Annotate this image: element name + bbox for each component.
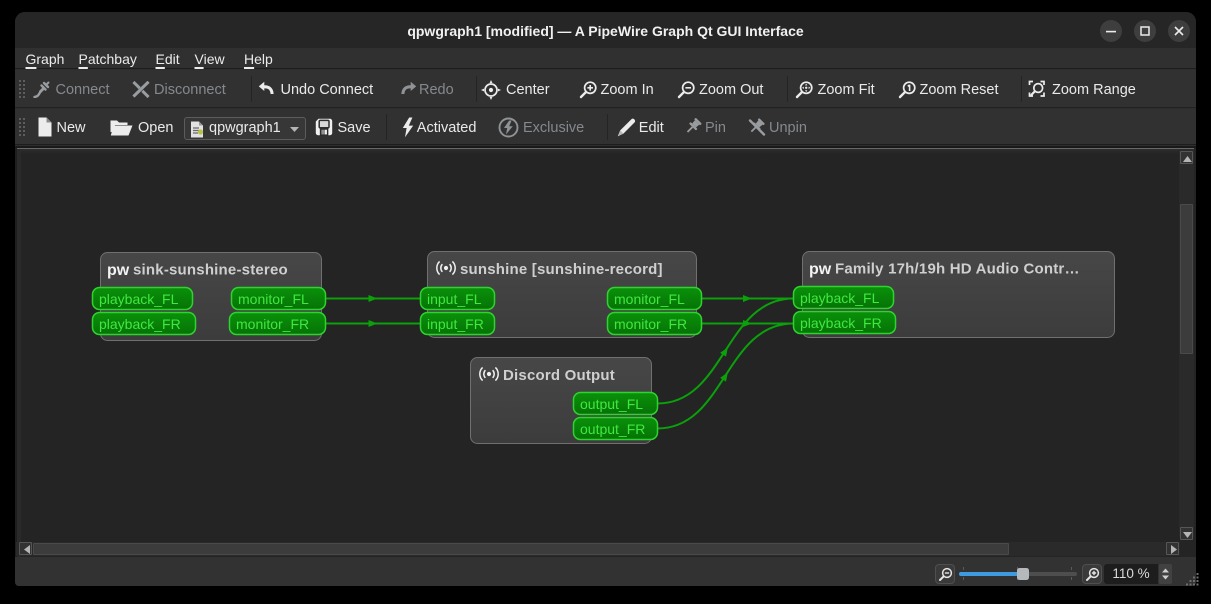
svg-text:sink-sunshine-stereo: sink-sunshine-stereo	[133, 262, 288, 279]
svg-text:Discord Output: Discord Output	[503, 367, 615, 384]
svg-text:output_FL: output_FL	[580, 396, 643, 412]
svg-text:playback_FL: playback_FL	[99, 291, 179, 307]
svg-text:playback_FR: playback_FR	[99, 316, 181, 332]
svg-text:monitor_FL: monitor_FL	[614, 291, 685, 307]
svg-text:sunshine [sunshine-record]: sunshine [sunshine-record]	[460, 261, 663, 278]
svg-text:pw: pw	[107, 262, 130, 279]
svg-text:input_FR: input_FR	[427, 316, 484, 332]
svg-text:monitor_FL: monitor_FL	[238, 291, 309, 307]
svg-text:playback_FR: playback_FR	[800, 315, 882, 331]
svg-text:pw: pw	[809, 261, 832, 278]
svg-text:monitor_FR: monitor_FR	[614, 316, 687, 332]
svg-text:Family 17h/19h HD Audio Contr…: Family 17h/19h HD Audio Contr…	[835, 261, 1080, 278]
svg-text:output_FR: output_FR	[580, 421, 645, 437]
svg-text:input_FL: input_FL	[427, 291, 482, 307]
svg-text:playback_FL: playback_FL	[800, 290, 880, 306]
svg-text:monitor_FR: monitor_FR	[236, 316, 309, 332]
